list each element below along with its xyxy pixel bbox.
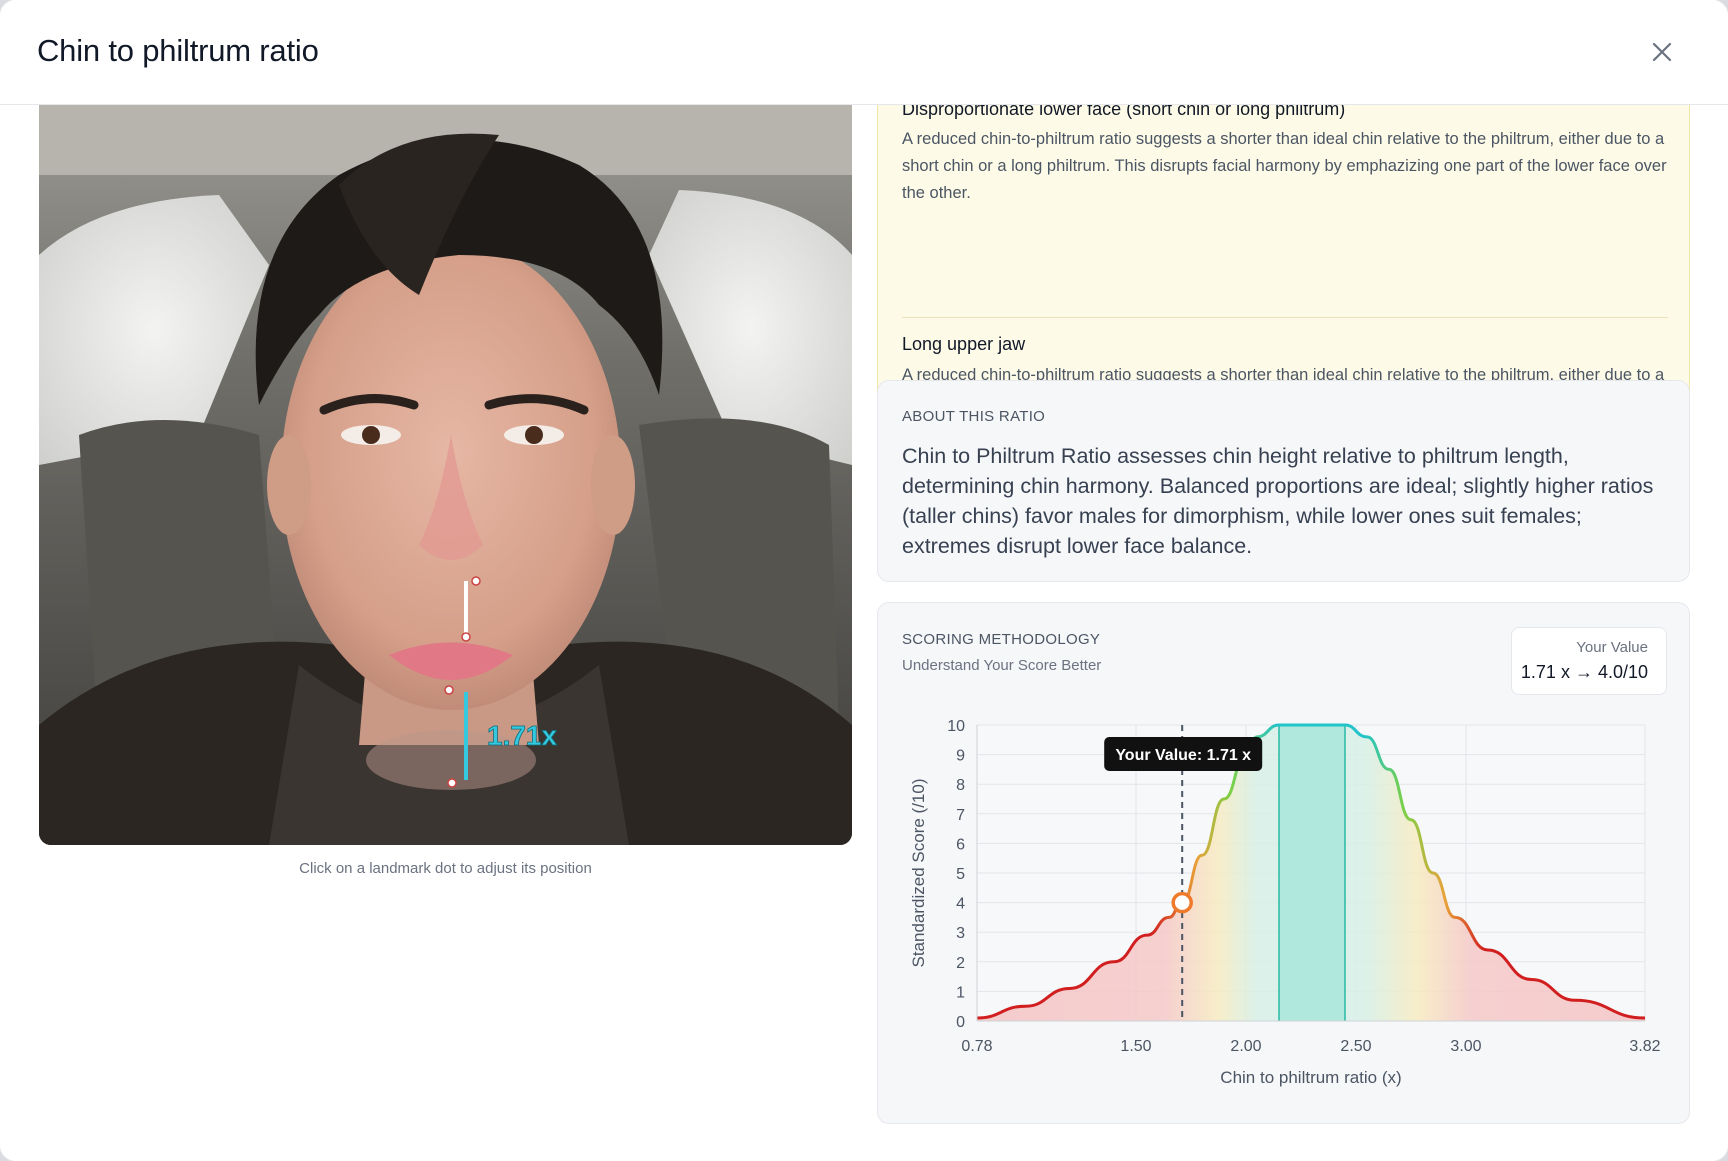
x-tick-label: 1.50 [1120, 1038, 1151, 1055]
y-tick-label: 7 [956, 807, 965, 824]
user-value-marker[interactable] [1171, 891, 1193, 914]
modal-dialog: Chin to philtrum ratio 1.71x Click on a … [0, 0, 1728, 1161]
scoring-card: SCORING METHODOLOGY Understand Your Scor… [877, 602, 1690, 1124]
y-tick-label: 0 [956, 1014, 965, 1031]
modal-title: Chin to philtrum ratio [37, 33, 319, 68]
warning-description: A reduced chin-to-philtrum ratio suggest… [902, 130, 1667, 202]
about-kicker: ABOUT THIS RATIO [902, 408, 1046, 425]
ideal-range-band [1279, 725, 1345, 1021]
landmark-dot[interactable] [444, 685, 454, 695]
face-photo: 1.71x [39, 105, 852, 845]
warning-title: Long upper jaw [902, 334, 1026, 354]
landmark-dot[interactable] [461, 632, 471, 642]
y-tick-label: 2 [956, 955, 965, 972]
close-icon [1652, 42, 1672, 62]
landmark-dot[interactable] [471, 576, 481, 586]
y-axis-label: Standardized Score (/10) [909, 779, 928, 968]
tooltip-text: Your Value: 1.71 x [1115, 747, 1251, 764]
photo-caption: Click on a landmark dot to adjust its po… [299, 860, 592, 877]
x-axis-label: Chin to philtrum ratio (x) [1220, 1068, 1401, 1087]
x-tick-label: 3.00 [1450, 1038, 1481, 1055]
y-tick-label: 8 [956, 777, 965, 794]
y-tick-label: 3 [956, 925, 965, 942]
y-tick-label: 1 [956, 984, 965, 1001]
y-tick-label: 10 [947, 718, 965, 735]
measurement-label: 1.71x [487, 720, 557, 751]
close-button[interactable] [1646, 36, 1678, 68]
x-tick-label: 2.50 [1340, 1038, 1371, 1055]
face-photo-illustration: 1.71x [39, 105, 852, 845]
y-tick-label: 9 [956, 748, 965, 765]
x-tick-label: 0.78 [961, 1038, 992, 1055]
y-tick-label: 4 [956, 896, 965, 913]
warning-divider [902, 317, 1668, 318]
y-tick-label: 5 [956, 866, 965, 883]
modal-header: Chin to philtrum ratio [0, 0, 1728, 105]
about-text: Chin to Philtrum Ratio assesses chin hei… [902, 444, 1654, 558]
landmark-dot[interactable] [447, 778, 457, 788]
y-tick-label: 6 [956, 836, 965, 853]
about-ratio-card: ABOUT THIS RATIO Chin to Philtrum Ratio … [877, 380, 1690, 582]
x-tick-label: 3.82 [1629, 1038, 1660, 1055]
x-tick-label: 2.00 [1230, 1038, 1261, 1055]
score-chart[interactable]: 0 1 2 3 4 5 6 7 8 9 10 0.78 1.50 2.00 2.50 3.00 3.82 Chin… [878, 603, 1691, 1123]
